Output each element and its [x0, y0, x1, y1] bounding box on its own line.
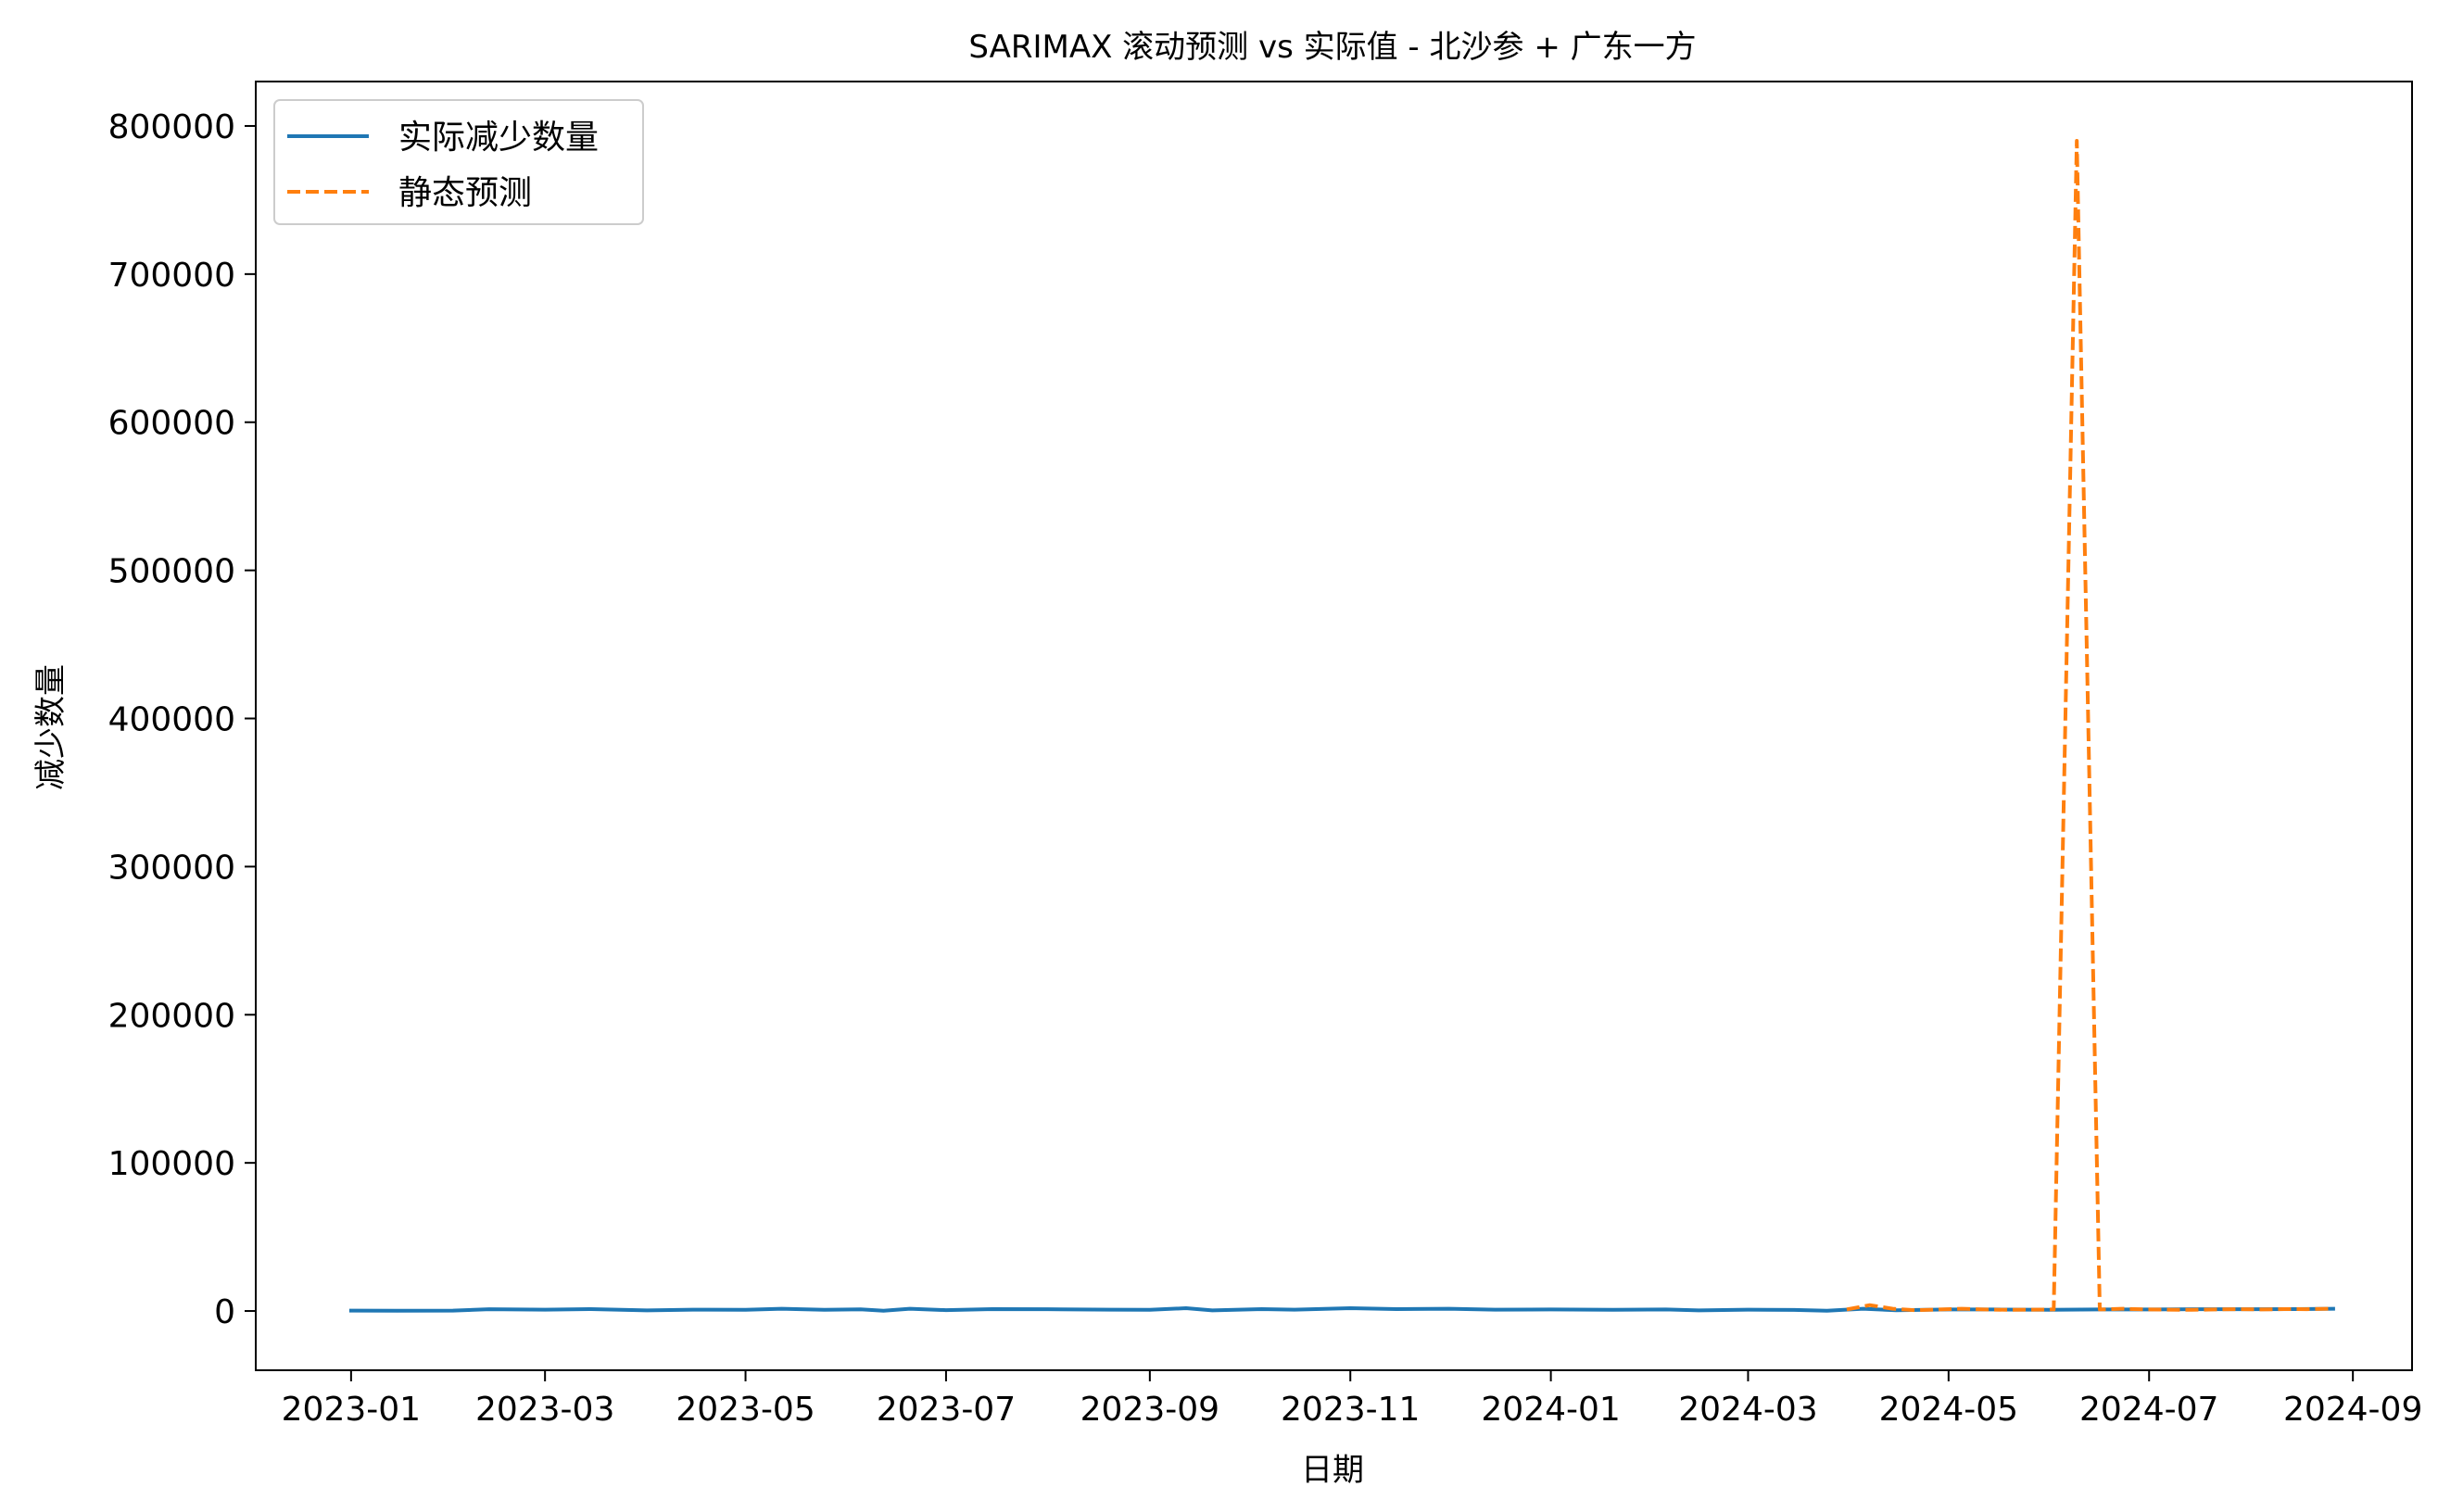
axes-frame — [255, 81, 2413, 1371]
legend-label-2: 静态预测 — [398, 174, 532, 212]
legend-label-1: 实际减少数量 — [398, 119, 599, 157]
x-tick-label: 2023-09 — [1080, 1391, 1219, 1429]
y-axis-label: 减少数量 — [32, 664, 69, 790]
y-tick-label: 500000 — [108, 553, 235, 591]
plot-area: 2023-01 2023-03 2023-05 2023-07 2023-09 2023-… — [108, 81, 2422, 1429]
x-tick-label: 2023-05 — [676, 1391, 815, 1429]
x-tick-label: 2023-03 — [475, 1391, 614, 1429]
x-tick-label: 2023-01 — [282, 1391, 421, 1429]
x-tick-label: 2023-11 — [1281, 1391, 1420, 1429]
x-tick-label: 2024-01 — [1481, 1391, 1620, 1429]
y-tick-label: 400000 — [108, 701, 235, 739]
y-tick-label: 300000 — [108, 849, 235, 887]
chart-container: SARIMAX 滚动预测 vs 实际值 - 北沙参 + 广东一方 日期 减少数量… — [0, 0, 2438, 1512]
line-chart: SARIMAX 滚动预测 vs 实际值 - 北沙参 + 广东一方 日期 减少数量… — [32, 29, 2422, 1489]
series-group — [348, 139, 2335, 1313]
x-tick-label: 2024-09 — [2283, 1391, 2422, 1429]
x-tick-label: 2024-05 — [1879, 1391, 2018, 1429]
series-line-2 — [1846, 139, 2331, 1313]
y-tick-label: 200000 — [108, 997, 235, 1035]
chart-title: SARIMAX 滚动预测 vs 实际值 - 北沙参 + 广东一方 — [968, 29, 1696, 66]
x-tick-label: 2024-07 — [2079, 1391, 2218, 1429]
x-tick-label: 2024-03 — [1678, 1391, 1817, 1429]
legend: 实际减少数量静态预测 — [273, 99, 644, 225]
x-tick-label: 2023-07 — [877, 1391, 1016, 1429]
y-tick-label: 0 — [214, 1293, 235, 1331]
y-tick-label: 600000 — [108, 405, 235, 443]
x-axis-label: 日期 — [1301, 1452, 1364, 1489]
y-tick-label: 700000 — [108, 257, 235, 295]
y-tick-label: 100000 — [108, 1145, 235, 1183]
y-tick-label: 800000 — [108, 108, 235, 146]
